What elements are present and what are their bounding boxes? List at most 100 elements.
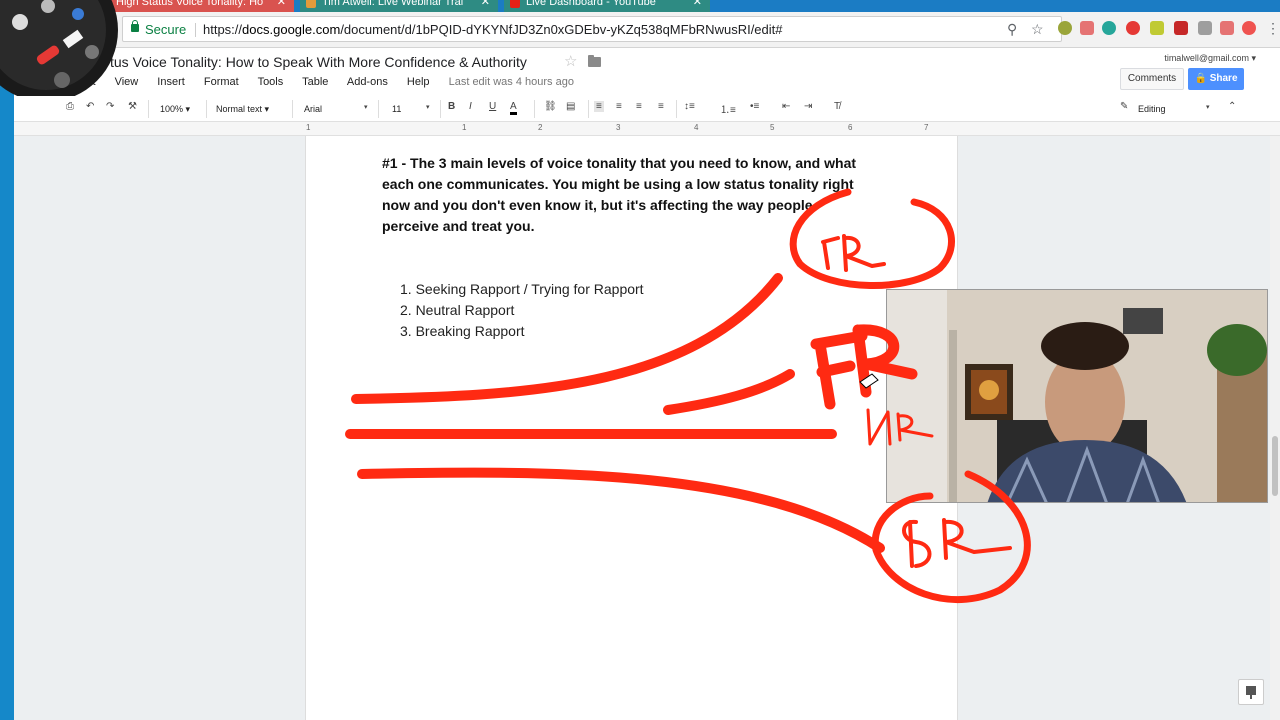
divider [534, 100, 535, 118]
collapse-icon[interactable]: ⌃ [1228, 101, 1236, 112]
italic-icon[interactable]: I [469, 101, 472, 112]
user-email[interactable]: timalwell@gmail.com ▾ [1164, 53, 1256, 64]
last-edit-link[interactable]: Last edit was 4 hours ago [449, 76, 574, 88]
extension-icon[interactable] [1242, 21, 1256, 35]
favicon-icon [306, 0, 316, 8]
tab-strip: High Status Voice Tonality: Ho ✕ Tim Atwe… [14, 0, 1280, 12]
undo-icon[interactable]: ↶ [86, 101, 94, 112]
numbered-list-icon[interactable]: ⒈≡ [720, 101, 736, 116]
document-title[interactable]: tus Voice Tonality: How to Speak With Mo… [110, 54, 527, 70]
underline-icon[interactable]: U [489, 101, 496, 112]
section-heading[interactable]: #1 - The 3 main levels of voice tonality… [382, 153, 862, 237]
bulleted-list-icon[interactable]: •≡ [750, 101, 759, 112]
ruler-label: 1 [306, 123, 311, 132]
align-left-icon[interactable]: ≡ [594, 101, 604, 112]
bookmark-star-icon[interactable]: ☆ [1031, 21, 1044, 38]
clear-formatting-icon[interactable]: T̸ [834, 101, 840, 112]
extension-icon[interactable] [1220, 21, 1234, 35]
tab-webinar[interactable]: Tim Atwell: Live Webinar Trai ✕ [300, 0, 498, 12]
divider [292, 100, 293, 118]
pen-tool-icon [12, 14, 28, 30]
numbered-list: 1. Seeking Rapport / Trying for Rapport … [400, 279, 644, 342]
menu-format[interactable]: Format [204, 76, 239, 88]
ruler[interactable]: 1 1 2 3 4 5 6 7 [14, 122, 1280, 136]
ruler-label: 5 [770, 123, 775, 132]
gmail-icon[interactable] [1174, 21, 1188, 35]
scrollbar-thumb[interactable] [1272, 436, 1278, 496]
link-icon[interactable]: ⛓ [544, 101, 557, 112]
folder-icon[interactable] [588, 55, 601, 67]
play-icon [54, 72, 70, 88]
text-color-icon[interactable]: A [510, 101, 517, 115]
menu-table[interactable]: Table [302, 76, 328, 88]
paint-format-icon[interactable]: ⚒ [128, 101, 137, 112]
font-select[interactable]: Arial [304, 100, 370, 118]
divider [588, 100, 589, 118]
decrease-indent-icon[interactable]: ⇤ [782, 101, 790, 112]
blue-pen-icon [72, 8, 84, 20]
menu-tools[interactable]: Tools [258, 76, 284, 88]
address-bar[interactable]: Secure https://docs.google.com/document/… [122, 16, 1062, 42]
comment-icon[interactable]: ▤ [566, 101, 575, 112]
menu-bar: it View Insert Format Tools Table Add-on… [90, 76, 590, 88]
justify-icon[interactable]: ≡ [658, 101, 664, 112]
extension-icon[interactable] [1150, 21, 1164, 35]
extension-icon[interactable] [1058, 21, 1072, 35]
close-icon[interactable]: ✕ [481, 0, 490, 10]
ruler-label: 6 [848, 123, 853, 132]
formatting-toolbar: ⎙ ↶ ↷ ⚒ 100% ▾ Normal text ▾ Arial ▾ 11 … [14, 96, 1280, 122]
share-button[interactable]: 🔒 Share [1188, 68, 1244, 90]
ruler-label: 1 [462, 123, 467, 132]
menu-addons[interactable]: Add-ons [347, 76, 388, 88]
explore-icon [1246, 686, 1256, 699]
star-icon[interactable]: ☆ [564, 52, 577, 70]
explore-button[interactable] [1238, 679, 1264, 705]
bold-icon[interactable]: B [448, 101, 455, 112]
divider [676, 100, 677, 118]
ruler-label: 4 [694, 123, 699, 132]
presenter-image [887, 290, 1267, 502]
extension-icon[interactable] [1198, 21, 1212, 35]
redo-icon[interactable]: ↷ [106, 101, 114, 112]
extension-icon[interactable] [1102, 21, 1116, 35]
ruler-label: 7 [924, 123, 929, 132]
divider [440, 100, 441, 118]
list-item[interactable]: 3. Breaking Rapport [400, 321, 644, 342]
youtube-icon [510, 0, 520, 8]
redo-icon [85, 45, 99, 59]
docs-header: tus Voice Tonality: How to Speak With Mo… [14, 48, 1280, 96]
menu-insert[interactable]: Insert [157, 76, 185, 88]
divider [148, 100, 149, 118]
list-item[interactable]: 2. Neutral Rapport [400, 300, 644, 321]
increase-indent-icon[interactable]: ⇥ [804, 101, 812, 112]
extension-icon[interactable] [1080, 21, 1094, 35]
editing-mode-select[interactable]: Editing [1138, 100, 1214, 118]
close-icon[interactable]: ✕ [693, 0, 702, 10]
menu-help[interactable]: Help [407, 76, 430, 88]
vertical-scrollbar[interactable] [1270, 136, 1280, 720]
chevron-down-icon: ▾ [364, 104, 368, 111]
line-spacing-icon[interactable]: ↕≡ [684, 101, 695, 112]
style-select[interactable]: Normal text ▾ [216, 100, 269, 118]
url-text[interactable]: https://docs.google.com/document/d/1bPQI… [203, 22, 783, 37]
zoom-select[interactable]: 100% ▾ [160, 100, 190, 118]
search-icon[interactable]: ⚲ [1007, 21, 1017, 38]
pencil-icon: ✎ [1120, 101, 1129, 112]
divider [206, 100, 207, 118]
address-bar-row: Secure https://docs.google.com/document/… [14, 12, 1280, 48]
menu-icon[interactable]: ⋮ [1266, 20, 1280, 37]
extension-icon[interactable] [1126, 21, 1140, 35]
tab-youtube[interactable]: Live Dashboard - YouTube ✕ [504, 0, 710, 12]
list-item[interactable]: 1. Seeking Rapport / Trying for Rapport [400, 279, 644, 300]
tab-label: Live Dashboard - YouTube [526, 0, 656, 8]
chevron-down-icon: ▾ [426, 104, 430, 111]
align-center-icon[interactable]: ≡ [616, 101, 622, 112]
divider [195, 23, 196, 37]
align-right-icon[interactable]: ≡ [636, 101, 642, 112]
close-icon[interactable]: ✕ [277, 0, 286, 10]
comments-button[interactable]: Comments [1120, 68, 1184, 90]
divider [378, 100, 379, 118]
tab-label: Tim Atwell: Live Webinar Trai [322, 0, 464, 8]
print-icon[interactable]: ⎙ [66, 101, 74, 112]
annotation-tool-palette[interactable] [0, 0, 140, 96]
